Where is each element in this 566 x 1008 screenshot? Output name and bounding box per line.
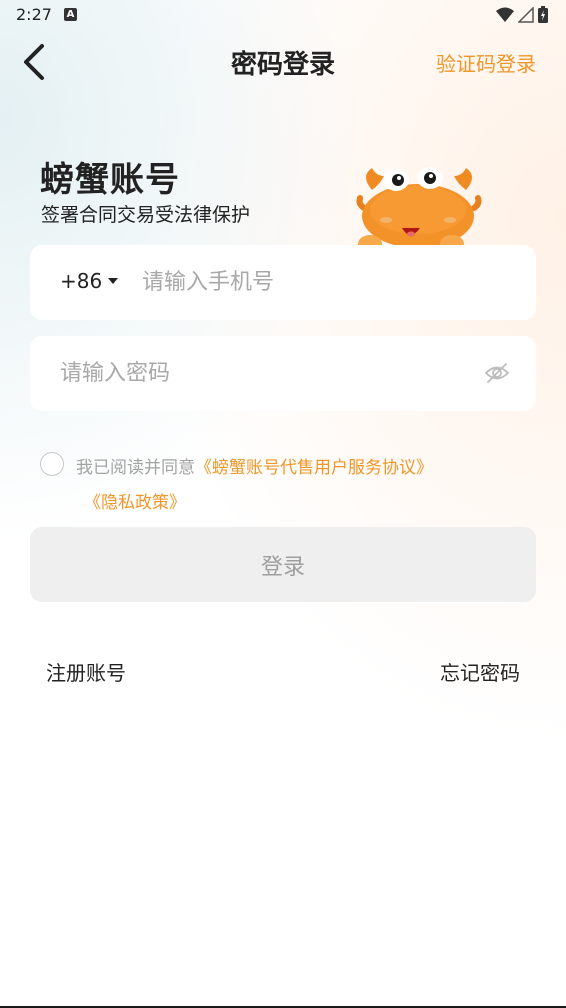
eye-hidden-icon[interactable]	[484, 362, 510, 384]
phone-field: +86	[30, 245, 536, 320]
agreement-text: 我已阅读并同意《螃蟹账号代售用户服务协议》	[76, 453, 433, 478]
brand-title: 螃蟹账号	[40, 160, 180, 200]
login-button[interactable]: 登录	[30, 527, 536, 602]
agreement-checkbox[interactable]	[40, 452, 64, 476]
brand-subtitle: 签署合同交易受法律保护	[41, 204, 251, 226]
forgot-password-link[interactable]: 忘记密码	[440, 657, 520, 686]
nav-bar: 密码登录 验证码登录	[0, 30, 566, 94]
battery-icon	[538, 6, 548, 23]
status-time: 2:27	[16, 5, 52, 24]
privacy-policy-link[interactable]: 《隐私政策》	[84, 488, 186, 513]
status-bar: 2:27 A	[0, 0, 566, 30]
wifi-icon	[496, 7, 514, 22]
country-code-label: +86	[60, 269, 103, 293]
sms-code-login-link[interactable]: 验证码登录	[436, 48, 536, 77]
caret-down-icon	[108, 278, 119, 284]
crab-mascot-icon	[356, 167, 482, 253]
notification-badge: A	[64, 8, 77, 21]
phone-input[interactable]	[142, 245, 512, 320]
status-icons	[496, 6, 548, 23]
back-arrow-icon[interactable]	[18, 42, 52, 82]
password-field	[30, 336, 536, 411]
service-agreement-link[interactable]: 《螃蟹账号代售用户服务协议》	[195, 458, 433, 478]
password-input[interactable]	[60, 336, 480, 411]
agreement-prefix: 我已阅读并同意	[76, 458, 195, 478]
country-code-selector[interactable]: +86	[60, 269, 119, 293]
signal-icon	[518, 6, 534, 23]
register-link[interactable]: 注册账号	[46, 657, 126, 686]
